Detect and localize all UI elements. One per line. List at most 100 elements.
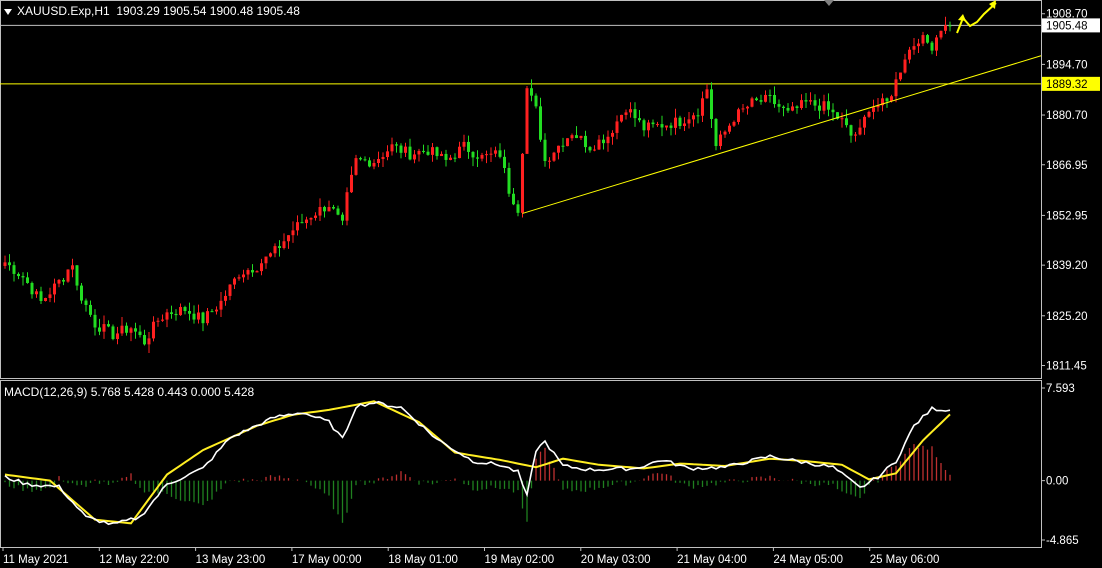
candle-body [345, 192, 349, 221]
macd-tick-label: 7.593 [1046, 383, 1075, 395]
candle-body [705, 89, 709, 99]
price-tick-label: 1866.95 [1046, 160, 1088, 172]
candle-body [314, 215, 317, 218]
candle-body [750, 98, 754, 107]
candle-body [17, 273, 20, 277]
candle-body [944, 25, 947, 31]
candle-body [305, 219, 308, 224]
candle-body [395, 144, 398, 146]
candle-body [467, 141, 470, 152]
candle-body [566, 138, 569, 147]
candle-body [62, 279, 65, 282]
candle-body [701, 98, 704, 116]
candle-body [683, 123, 686, 127]
candle-body [719, 134, 722, 147]
candle-body [525, 88, 529, 154]
candle-body [912, 46, 916, 50]
candle-body [494, 150, 497, 154]
candle-body [116, 333, 119, 339]
candle-body [854, 134, 857, 136]
candle-body [120, 325, 124, 334]
candle-body [431, 147, 434, 155]
candle-body [498, 150, 502, 157]
price-tick-label: 1811.45 [1046, 361, 1087, 373]
candle-body [597, 139, 601, 150]
candle-body [548, 160, 551, 162]
candle-body [620, 114, 623, 122]
candle-body [908, 49, 911, 60]
candle-body [75, 265, 79, 286]
candle-body [813, 100, 817, 106]
candle-body [458, 146, 461, 159]
candle-body [647, 122, 650, 131]
candle-body [449, 157, 452, 160]
candle-body [161, 319, 164, 321]
candle-body [377, 158, 380, 164]
dropdown-triangle-icon[interactable] [4, 8, 12, 15]
candle-body [579, 135, 583, 139]
price-tick-label: 1839.20 [1046, 260, 1088, 272]
candle-body [885, 98, 889, 102]
candle-body [242, 274, 245, 278]
candle-body [894, 79, 898, 97]
candle-body [363, 159, 367, 161]
candle-body [516, 204, 520, 213]
candle-body [282, 241, 286, 248]
candle-body [800, 100, 803, 108]
candle-body [201, 312, 205, 324]
candle-body [624, 112, 628, 115]
candle-body [935, 37, 938, 51]
candle-body [134, 328, 137, 332]
candle-body [80, 285, 83, 301]
candle-body [255, 271, 259, 273]
candles-group [3, 16, 952, 354]
candle-body [462, 141, 466, 147]
candle-body [102, 324, 106, 332]
candle-body [233, 278, 236, 285]
candle-body [399, 145, 403, 153]
candle-body [777, 104, 781, 107]
time-tick-label: 11 May 2021 [3, 554, 69, 566]
candle-body [939, 30, 943, 38]
candle-body [710, 89, 713, 119]
candle-body [107, 324, 110, 327]
time-tick-label: 21 May 04:00 [677, 554, 747, 566]
candle-body [8, 262, 11, 266]
candle-body [863, 116, 866, 128]
candle-body [138, 331, 142, 336]
candle-body [300, 222, 304, 224]
candle-body [849, 125, 853, 136]
candle-body [219, 300, 223, 310]
candle-body [485, 154, 488, 156]
candle-body [503, 156, 506, 168]
candle-body [147, 338, 151, 345]
candle-body [359, 158, 362, 160]
candle-body [795, 106, 799, 108]
candle-body [534, 95, 538, 107]
candle-body [552, 152, 556, 161]
macd-tick-label: -4.865 [1046, 535, 1079, 547]
candle-body [84, 300, 88, 305]
candle-body [273, 246, 277, 254]
chart-canvas[interactable]: 1908.701894.701880.701866.951852.951839.… [0, 0, 1102, 568]
time-tick-label: 24 May 05:00 [773, 554, 843, 566]
ohlc-values: 1903.29 1905.54 1900.48 1905.48 [116, 4, 300, 18]
candle-body [246, 270, 250, 275]
candle-body [561, 145, 565, 147]
candle-body [53, 283, 56, 295]
candle-body [759, 100, 763, 102]
candle-body [413, 154, 416, 160]
candle-body [692, 115, 695, 120]
candle-body [372, 163, 376, 167]
candle-body [611, 132, 614, 137]
time-tick-label: 12 May 22:00 [99, 554, 169, 566]
candle-body [197, 312, 200, 320]
candle-body [125, 325, 128, 333]
candle-body [593, 149, 596, 151]
macd-tick-label: 0.00 [1046, 476, 1068, 488]
candle-body [318, 206, 322, 216]
candle-body [35, 291, 38, 295]
candle-body [309, 217, 313, 220]
candle-body [215, 309, 218, 312]
candle-body [687, 119, 691, 124]
